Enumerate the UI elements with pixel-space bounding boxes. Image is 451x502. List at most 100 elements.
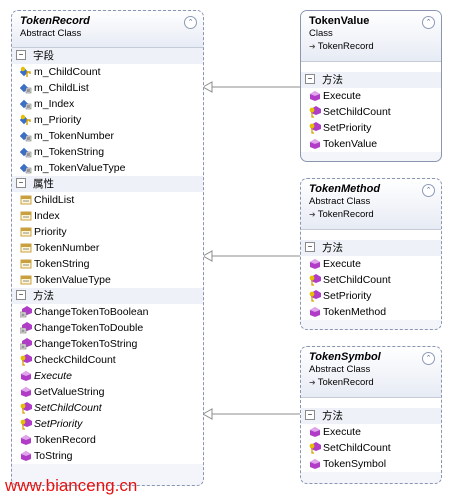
property-row[interactable]: TokenString	[12, 256, 203, 272]
inheritance-arrowhead-tokensymbol	[201, 408, 213, 420]
collapse-minus-icon[interactable]: −	[16, 290, 26, 301]
inheritance-arrowhead-tokenmethod	[201, 250, 213, 262]
property-row-label: TokenString	[34, 258, 90, 270]
property-row[interactable]: Index	[12, 208, 203, 224]
method-row-label: TokenMethod	[323, 306, 387, 318]
property-icon	[20, 242, 32, 254]
protected-method-icon	[20, 418, 32, 430]
public-method-icon	[20, 386, 32, 398]
protected-field-icon	[19, 114, 32, 126]
protected-field-icon	[19, 66, 32, 78]
method-row-label: ToString	[34, 450, 73, 462]
properties-section-header[interactable]: − 属性	[12, 176, 203, 192]
class-stereotype: Abstract Class	[20, 28, 82, 39]
method-row[interactable]: SetPriority	[301, 288, 441, 304]
method-row[interactable]: TokenMethod	[301, 304, 441, 320]
method-row[interactable]: Execute	[301, 256, 441, 272]
method-row-label: Execute	[34, 370, 72, 382]
field-row[interactable]: m_TokenString	[12, 144, 203, 160]
property-icon	[20, 226, 32, 238]
method-row[interactable]: TokenValue	[301, 136, 441, 152]
methods-section-header[interactable]: − 方法	[301, 408, 441, 424]
collapse-minus-icon[interactable]: −	[305, 410, 315, 421]
method-row-label: TokenRecord	[34, 434, 96, 446]
collapse-icon[interactable]: ⌃	[422, 184, 435, 197]
method-row[interactable]: TokenSymbol	[301, 456, 441, 472]
protected-method-icon	[309, 122, 321, 134]
tokenmethod-class-box[interactable]: TokenMethod Abstract Class ➜ TokenRecord …	[300, 178, 442, 330]
methods-section-header[interactable]: − 方法	[12, 288, 203, 304]
method-row[interactable]: GetValueString	[12, 384, 203, 400]
field-row[interactable]: m_Priority	[12, 112, 203, 128]
methods-section-header[interactable]: − 方法	[301, 240, 441, 256]
property-icon	[20, 194, 32, 206]
field-row-label: m_TokenValueType	[34, 162, 126, 174]
method-row[interactable]: SetChildCount	[12, 400, 203, 416]
class-stereotype: Abstract Class	[309, 364, 371, 375]
class-title: TokenRecord	[20, 15, 90, 27]
method-row[interactable]: ChangeTokenToString	[12, 336, 203, 352]
method-row[interactable]: SetPriority	[12, 416, 203, 432]
private-method-icon	[19, 338, 32, 350]
inherit-arrow-icon: ➜	[309, 42, 316, 51]
tokenrecord-class-box[interactable]: TokenRecord Abstract Class ⌃ − 字段 m_Child…	[11, 10, 204, 486]
inherit-arrow-icon: ➜	[309, 378, 316, 387]
property-row[interactable]: TokenNumber	[12, 240, 203, 256]
field-row[interactable]: m_ChildCount	[12, 64, 203, 80]
method-row[interactable]: ChangeTokenToDouble	[12, 320, 203, 336]
method-row-label: SetChildCount	[323, 274, 391, 286]
field-row[interactable]: m_Index	[12, 96, 203, 112]
protected-method-icon	[309, 106, 321, 118]
public-method-icon	[20, 434, 32, 446]
property-row[interactable]: TokenValueType	[12, 272, 203, 288]
collapse-icon[interactable]: ⌃	[422, 16, 435, 29]
method-row[interactable]: Execute	[12, 368, 203, 384]
tokensymbol-class-box[interactable]: TokenSymbol Abstract Class ➜ TokenRecord …	[300, 346, 442, 484]
method-row-label: ChangeTokenToBoolean	[34, 306, 149, 318]
collapse-minus-icon[interactable]: −	[305, 74, 315, 85]
property-row[interactable]: ChildList	[12, 192, 203, 208]
method-row[interactable]: Execute	[301, 88, 441, 104]
field-row[interactable]: m_TokenNumber	[12, 128, 203, 144]
private-method-icon	[19, 306, 32, 318]
methods-section-header[interactable]: − 方法	[301, 72, 441, 88]
method-row[interactable]: SetChildCount	[301, 440, 441, 456]
method-row[interactable]: CheckChildCount	[12, 352, 203, 368]
parent-class-label: ➜ TokenRecord	[309, 41, 374, 52]
method-row[interactable]: SetChildCount	[301, 272, 441, 288]
collapse-minus-icon[interactable]: −	[16, 50, 26, 61]
public-method-icon	[309, 258, 321, 270]
method-row[interactable]: ChangeTokenToBoolean	[12, 304, 203, 320]
protected-method-icon	[309, 442, 321, 454]
collapse-icon[interactable]: ⌃	[184, 16, 197, 29]
method-row-label: Execute	[323, 426, 361, 438]
method-row-label: TokenSymbol	[323, 458, 387, 470]
protected-method-icon	[309, 290, 321, 302]
field-row[interactable]: m_ChildList	[12, 80, 203, 96]
protected-method-icon	[309, 274, 321, 286]
collapse-minus-icon[interactable]: −	[16, 178, 26, 189]
method-row-label: ChangeTokenToDouble	[34, 322, 144, 334]
public-method-icon	[309, 138, 321, 150]
collapse-minus-icon[interactable]: −	[305, 242, 315, 253]
property-icon	[20, 210, 32, 222]
method-row-label: SetPriority	[323, 290, 372, 302]
property-row[interactable]: Priority	[12, 224, 203, 240]
method-row[interactable]: SetPriority	[301, 120, 441, 136]
method-row-label: ChangeTokenToString	[34, 338, 138, 350]
fields-section-header[interactable]: − 字段	[12, 48, 203, 64]
field-row[interactable]: m_TokenValueType	[12, 160, 203, 176]
inherit-arrow-icon: ➜	[309, 210, 316, 219]
method-row[interactable]: Execute	[301, 424, 441, 440]
parent-class-label: ➜ TokenRecord	[309, 209, 374, 220]
method-row[interactable]: SetChildCount	[301, 104, 441, 120]
method-row[interactable]: ToString	[12, 448, 203, 464]
protected-method-icon	[20, 402, 32, 414]
method-row[interactable]: TokenRecord	[12, 432, 203, 448]
field-row-label: m_Priority	[34, 114, 82, 126]
private-field-icon	[19, 146, 32, 158]
collapse-icon[interactable]: ⌃	[422, 352, 435, 365]
watermark-text: www.bianceng.cn	[5, 476, 138, 495]
field-row-label: m_TokenNumber	[34, 130, 114, 142]
tokenvalue-class-box[interactable]: TokenValue Class ➜ TokenRecord ⌃ − 方法 Exec…	[300, 10, 442, 162]
